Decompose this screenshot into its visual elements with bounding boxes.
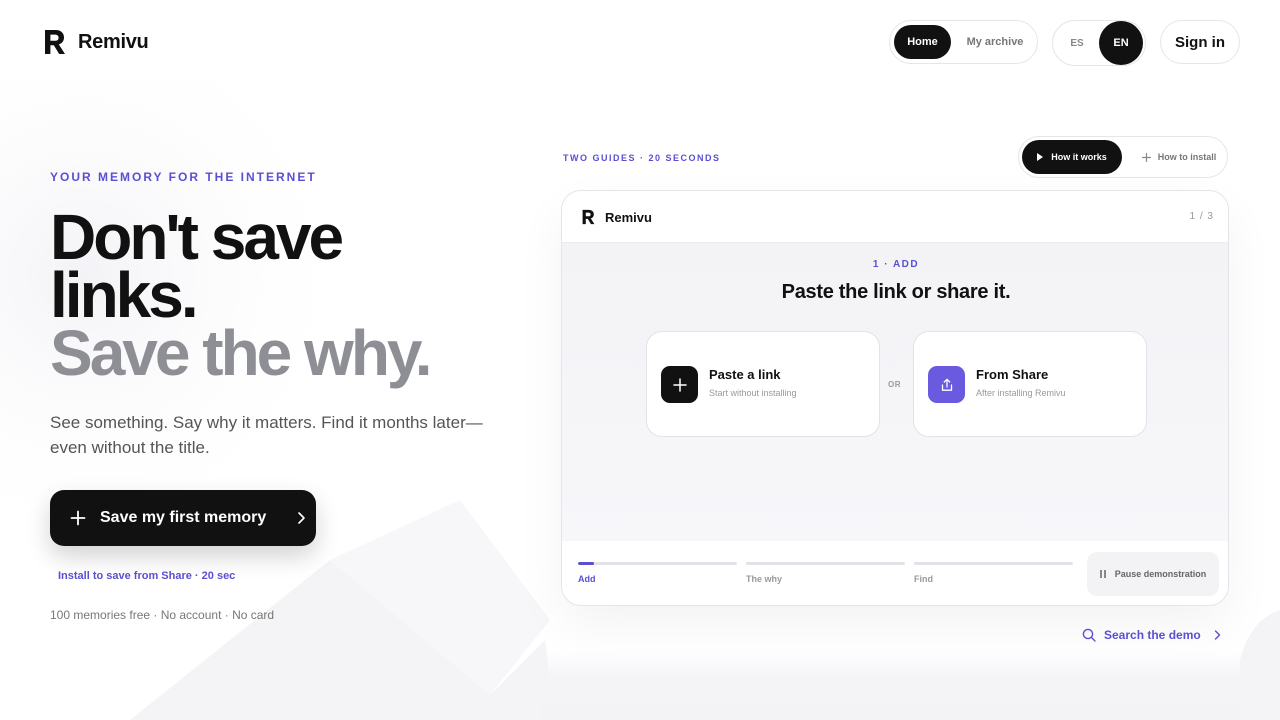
demo-brand-name: Remivu <box>605 209 652 225</box>
how-to-install-tab[interactable]: How to install <box>1131 140 1227 174</box>
play-icon <box>1037 153 1044 161</box>
demo-body: 1 · ADD Paste the link or share it. Past… <box>562 243 1228 541</box>
free-plan-note: 100 memories free · No account · No card <box>50 608 275 622</box>
how-it-works-label: How it works <box>1051 152 1107 162</box>
progress-step-find[interactable]: Find <box>914 562 1073 584</box>
guides-label: TWO GUIDES · 20 SECONDS <box>563 153 721 163</box>
progress-label: Add <box>578 574 596 584</box>
remivu-logo-icon <box>45 30 65 54</box>
chevron-right-icon <box>1214 630 1220 640</box>
progress-fill <box>578 562 594 565</box>
progress-bar <box>914 562 1073 565</box>
or-divider: OR <box>888 380 901 389</box>
hero-section: YOUR MEMORY FOR THE INTERNET Don't save … <box>50 170 520 622</box>
lang-es-option[interactable]: ES <box>1057 25 1097 61</box>
search-demo-label: Search the demo <box>1104 628 1201 642</box>
progress-bar <box>746 562 905 565</box>
paste-icon-box <box>661 366 698 403</box>
hero-eyebrow: YOUR MEMORY FOR THE INTERNET <box>50 170 317 184</box>
step-title: Paste the link or share it. <box>781 281 1011 303</box>
demo-footer: Add The why Find Pause demonstration <box>562 541 1228 605</box>
pause-icon <box>1099 570 1106 578</box>
main-nav: Home My archive <box>889 20 1038 64</box>
chevron-right-icon <box>298 512 306 524</box>
demo-card: Remivu 1 / 3 1 · ADD Paste the link or s… <box>561 190 1229 606</box>
install-share-link[interactable]: Install to save from Share · 20 sec <box>58 570 235 582</box>
from-share-title: From Share <box>976 367 1049 382</box>
paste-link-subtitle: Start without installing <box>709 388 797 398</box>
brand-name: Remivu <box>78 30 149 53</box>
headline-line-2: links. <box>50 259 199 331</box>
nav-archive-tab[interactable]: My archive <box>956 25 1034 59</box>
nav-home-tab[interactable]: Home <box>894 25 951 59</box>
top-header: Remivu Home My archive ES EN Sign in <box>0 0 1280 86</box>
demo-top-bar: Remivu 1 / 3 <box>562 191 1228 243</box>
sign-in-button[interactable]: Sign in <box>1160 20 1240 64</box>
progress-step-add[interactable]: Add <box>578 562 737 584</box>
pause-demo-label: Pause demonstration <box>1114 569 1207 579</box>
pause-demo-button[interactable]: Pause demonstration <box>1087 552 1219 596</box>
search-demo-link[interactable]: Search the demo <box>1082 628 1221 642</box>
from-share-option[interactable]: From Share After installing Remivu <box>913 331 1147 437</box>
lang-en-option[interactable]: EN <box>1099 21 1143 65</box>
progress-label: Find <box>914 574 933 584</box>
from-share-subtitle: After installing Remivu <box>976 388 1066 398</box>
search-icon <box>1082 628 1096 642</box>
plus-icon <box>672 377 687 392</box>
plus-icon <box>70 510 86 526</box>
progress-label: The why <box>746 574 783 584</box>
demo-page-counter: 1 / 3 <box>1189 211 1214 222</box>
progress-bar <box>578 562 737 565</box>
save-first-memory-button[interactable]: Save my first memory <box>50 490 316 546</box>
how-to-install-label: How to install <box>1157 152 1217 162</box>
guide-switcher: How it works How to install <box>1018 136 1228 178</box>
step-label: 1 · ADD <box>872 259 920 270</box>
how-it-works-tab[interactable]: How it works <box>1022 140 1122 174</box>
progress-step-why[interactable]: The why <box>746 562 905 584</box>
brand-logo[interactable]: Remivu <box>44 29 149 55</box>
demo-brand: Remivu <box>582 209 652 225</box>
paste-link-title: Paste a link <box>709 367 781 382</box>
hero-headline: Don't save links. Save the why. <box>50 201 520 389</box>
share-upload-icon <box>941 378 952 391</box>
paste-link-option[interactable]: Paste a link Start without installing <box>646 331 880 437</box>
headline-line-3: Save the why. <box>50 317 433 389</box>
remivu-logo-icon <box>582 209 595 225</box>
hero-subtext: See something. Say why it matters. Find … <box>50 413 483 457</box>
language-switcher: ES EN <box>1052 20 1146 66</box>
headline-line-1: Don't save <box>50 201 344 273</box>
plus-icon <box>1141 152 1151 162</box>
cta-label: Save my first memory <box>100 509 267 526</box>
share-icon-box <box>928 366 965 403</box>
